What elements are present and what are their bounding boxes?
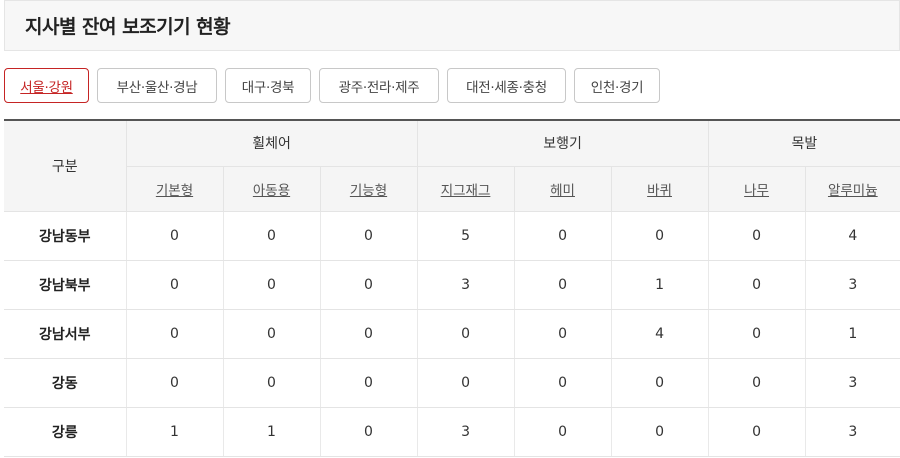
- table-cell: 0: [416, 358, 515, 408]
- table-cell: 3: [416, 407, 515, 457]
- tab-gwangju-jeolla-jeju[interactable]: 광주·전라·제주: [319, 68, 439, 103]
- row-header: 강남동부: [4, 211, 126, 261]
- tab-label: 광주·전라·제주: [338, 79, 420, 96]
- group-header-crutch: 목발: [707, 119, 900, 167]
- table-cell: 1: [125, 407, 223, 457]
- tab-daegu-gyeongbuk[interactable]: 대구·경북: [225, 68, 311, 103]
- column-link-functional[interactable]: 기능형: [350, 183, 387, 199]
- table-cell: 0: [222, 358, 320, 408]
- table-cell: 0: [319, 211, 418, 261]
- column-header-aluminum: 알루미늄: [804, 166, 900, 212]
- column-header-zigzag: 지그재그: [416, 166, 515, 212]
- column-link-wood[interactable]: 나무: [744, 183, 769, 199]
- row-header: 강남북부: [4, 260, 126, 310]
- table-cell: 0: [125, 260, 223, 310]
- table-cell: 0: [513, 309, 612, 359]
- table-row: 강동 0 0 0 0 0 0 0 3: [4, 358, 900, 408]
- table-cell: 0: [222, 309, 320, 359]
- table-cell: 3: [416, 260, 515, 310]
- tab-label: 인천·경기: [590, 79, 644, 96]
- table-cell: 0: [610, 407, 709, 457]
- region-tabs: 서울·강원 부산·울산·경남 대구·경북 광주·전라·제주 대전·세종·충청 인…: [4, 68, 668, 103]
- tab-daejeon-sejong-chungcheong[interactable]: 대전·세종·충청: [447, 68, 566, 103]
- column-header-wood: 나무: [707, 166, 806, 212]
- table-cell: 0: [319, 358, 418, 408]
- table-row: 강남북부 0 0 0 3 0 1 0 3: [4, 260, 900, 310]
- table-cell: 1: [222, 407, 320, 457]
- table-cell: 0: [513, 211, 612, 261]
- table-cell: 0: [707, 358, 806, 408]
- table-cell: 0: [125, 309, 223, 359]
- table-row: 강남서부 0 0 0 0 0 4 0 1: [4, 309, 900, 359]
- table-row: 강릉 1 1 0 3 0 0 0 3: [4, 407, 900, 457]
- table-cell: 4: [804, 211, 900, 261]
- column-header-functional: 기능형: [319, 166, 418, 212]
- tab-busan-ulsan-gyeongnam[interactable]: 부산·울산·경남: [97, 68, 217, 103]
- column-header-category: 구분: [4, 119, 126, 212]
- column-header-hemi: 헤미: [513, 166, 612, 212]
- table-cell: 0: [319, 309, 418, 359]
- table-cell: 0: [222, 260, 320, 310]
- column-link-hemi[interactable]: 헤미: [550, 183, 575, 199]
- tab-seoul-gangwon[interactable]: 서울·강원: [4, 68, 89, 103]
- table-cell: 0: [416, 309, 515, 359]
- table-cell: 0: [319, 407, 418, 457]
- table-cell: 1: [610, 260, 709, 310]
- table-cell: 1: [804, 309, 900, 359]
- table-cell: 0: [513, 407, 612, 457]
- tab-incheon-gyeonggi[interactable]: 인천·경기: [574, 68, 660, 103]
- row-header: 강릉: [4, 407, 126, 457]
- tab-label: 부산·울산·경남: [116, 79, 198, 96]
- table-cell: 3: [804, 407, 900, 457]
- column-link-child[interactable]: 아동용: [253, 183, 290, 199]
- page-header: 지사별 잔여 보조기기 현황: [4, 0, 900, 51]
- table-cell: 0: [125, 211, 223, 261]
- column-header-child: 아동용: [222, 166, 320, 212]
- group-header-wheelchair: 휠체어: [125, 119, 418, 167]
- tab-label: 대구·경북: [241, 79, 295, 96]
- table-cell: 0: [610, 358, 709, 408]
- column-header-wheeled: 바퀴: [610, 166, 709, 212]
- table-cell: 0: [513, 358, 612, 408]
- column-link-basic[interactable]: 기본형: [156, 183, 193, 199]
- table-cell: 0: [610, 211, 709, 261]
- table-cell: 0: [513, 260, 612, 310]
- table-cell: 0: [222, 211, 320, 261]
- table-cell: 0: [707, 407, 806, 457]
- group-header-walker: 보행기: [416, 119, 709, 167]
- table-cell: 0: [707, 309, 806, 359]
- row-header: 강남서부: [4, 309, 126, 359]
- assistive-device-table: 구분 휠체어 보행기 목발 기본형 아동용 기능형 지그재그 헤미 바퀴 나무 …: [4, 119, 900, 457]
- column-link-aluminum[interactable]: 알루미늄: [828, 183, 878, 199]
- table-cell: 4: [610, 309, 709, 359]
- table-row: 강남동부 0 0 0 5 0 0 0 4: [4, 211, 900, 261]
- table-cell: 0: [319, 260, 418, 310]
- table-cell: 3: [804, 358, 900, 408]
- column-header-basic: 기본형: [125, 166, 223, 212]
- tab-label: 대전·세종·충청: [466, 79, 547, 96]
- row-header: 강동: [4, 358, 126, 408]
- column-link-zigzag[interactable]: 지그재그: [441, 183, 491, 199]
- table-cell: 0: [707, 260, 806, 310]
- column-link-wheeled[interactable]: 바퀴: [647, 183, 672, 199]
- tab-label: 서울·강원: [20, 79, 73, 96]
- table-cell: 0: [707, 211, 806, 261]
- table-cell: 5: [416, 211, 515, 261]
- table-cell: 3: [804, 260, 900, 310]
- page-title: 지사별 잔여 보조기기 현황: [25, 16, 231, 38]
- table-cell: 0: [125, 358, 223, 408]
